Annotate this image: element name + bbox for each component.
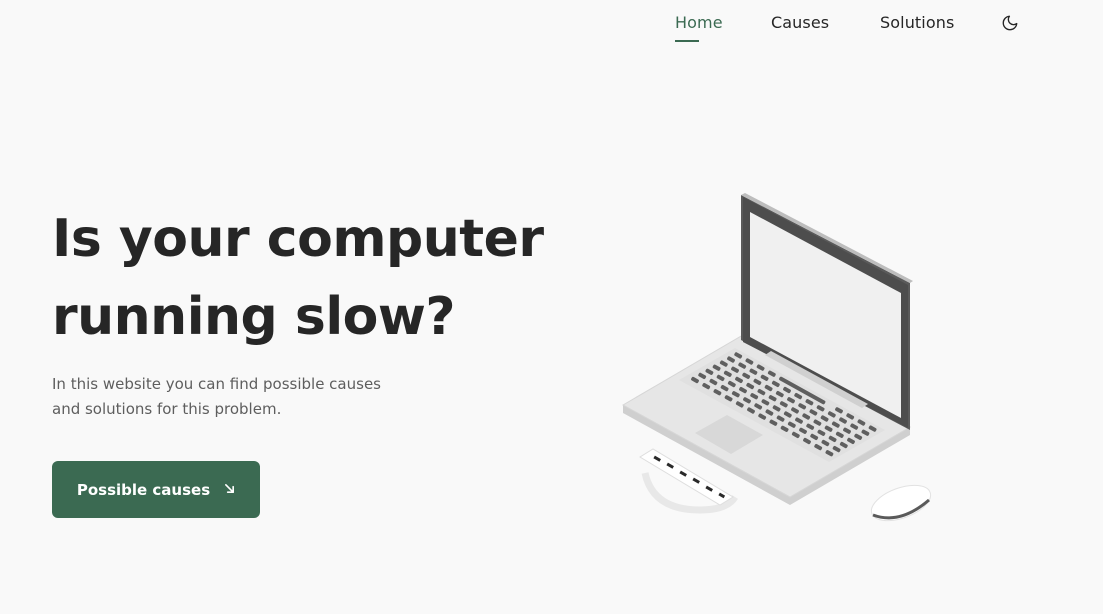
moon-icon — [1002, 15, 1018, 31]
laptop-illustration — [621, 193, 932, 522]
mouse-icon — [870, 484, 932, 522]
hero-title-line-2: running slow? — [52, 287, 456, 347]
nav-link-solutions[interactable]: Solutions — [880, 13, 954, 32]
nav-active-indicator — [675, 40, 699, 42]
possible-causes-button[interactable]: Possible causes — [52, 461, 260, 518]
hero-description-line-2: and solutions for this problem. — [52, 400, 282, 418]
arrow-down-right-icon — [224, 483, 235, 497]
nav-link-causes[interactable]: Causes — [771, 13, 829, 32]
hero-description: In this website you can find possible ca… — [52, 372, 422, 422]
top-nav: Home Causes Solutions — [0, 0, 1103, 60]
hero-title: Is your computer running slow? — [52, 200, 592, 356]
hero-description-line-1: In this website you can find possible ca… — [52, 375, 381, 393]
possible-causes-button-label: Possible causes — [76, 480, 211, 499]
theme-toggle-button[interactable] — [1000, 13, 1020, 33]
hero-title-line-1: Is your computer — [52, 209, 544, 269]
page: Home Causes Solutions Is your computer r… — [0, 0, 1103, 614]
nav-link-home[interactable]: Home — [675, 13, 723, 32]
